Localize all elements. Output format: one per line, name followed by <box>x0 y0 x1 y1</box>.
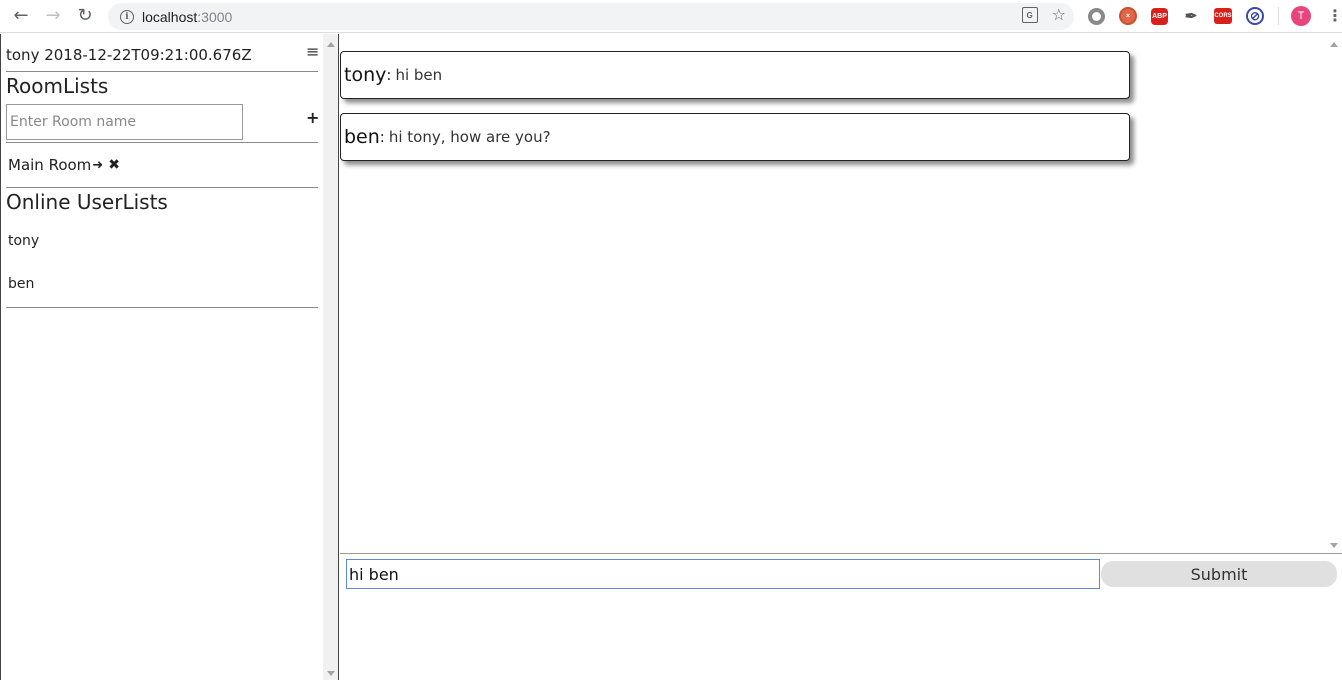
divider <box>6 307 318 308</box>
bookmark-star-icon[interactable]: ☆ <box>1052 7 1066 23</box>
message-separator: : <box>379 128 385 146</box>
message-separator: : <box>386 66 392 84</box>
scroll-up-icon[interactable] <box>1330 42 1338 47</box>
room-name-input[interactable] <box>6 104 243 140</box>
message-author: ben <box>344 126 380 148</box>
browser-toolbar: ← → ↻ i localhost:3000 G ☆ × ABP ✒ CORS … <box>0 0 1342 33</box>
back-icon[interactable]: ← <box>8 3 34 29</box>
reload-icon[interactable]: ↻ <box>72 3 98 29</box>
delete-room-icon[interactable]: ✖ <box>108 157 120 173</box>
message-text: hi ben <box>395 66 443 84</box>
hamburger-menu-icon[interactable]: ≡ <box>306 42 319 61</box>
user-list-item: tony <box>8 233 40 249</box>
adblock-extension-icon[interactable]: ABP <box>1151 7 1168 25</box>
block-extension-icon[interactable]: ⊘ <box>1246 7 1264 25</box>
chat-input-divider <box>340 553 1342 554</box>
divider <box>6 71 318 72</box>
divider <box>6 142 318 143</box>
ring-extension-icon[interactable] <box>1088 7 1105 25</box>
sidebar-scrollbar[interactable] <box>323 34 339 680</box>
scroll-down-icon[interactable] <box>327 671 335 676</box>
message-author: tony <box>344 64 387 86</box>
current-user-info: tony 2018-12-22T09:21:00.676Z <box>6 46 252 64</box>
enter-room-icon[interactable]: ➜ <box>92 158 103 173</box>
url-host: localhost <box>142 8 198 25</box>
scroll-down-icon[interactable] <box>1330 543 1338 548</box>
url-port: :3000 <box>197 8 233 25</box>
message-input[interactable] <box>346 559 1100 589</box>
add-room-icon[interactable]: + <box>306 108 319 127</box>
url-text: localhost:3000 <box>142 9 232 25</box>
translate-icon[interactable]: G <box>1021 7 1038 23</box>
chat-scrollbar[interactable] <box>1326 34 1342 552</box>
chat-message: ben: hi tony, how are you? <box>340 113 1130 161</box>
eyedropper-icon[interactable]: ✒ <box>1182 7 1200 25</box>
chat-message: tony: hi ben <box>340 51 1130 99</box>
message-text: hi tony, how are you? <box>388 128 551 146</box>
room-item[interactable]: Main Room ➜ ✖ <box>8 156 120 174</box>
forward-icon[interactable]: → <box>40 3 66 29</box>
user-list-item: ben <box>8 276 35 292</box>
cors-extension-icon[interactable]: CORS <box>1214 8 1232 24</box>
info-icon[interactable]: i <box>120 9 134 24</box>
online-users-title: Online UserLists <box>6 190 168 214</box>
toolbar-separator <box>1278 7 1279 25</box>
room-lists-title: RoomLists <box>6 74 109 98</box>
orange-extension-icon[interactable]: × <box>1119 7 1137 25</box>
chat-messages-area: tony: hi ben ben: hi tony, how are you? <box>340 34 1326 552</box>
divider <box>6 187 318 188</box>
room-name[interactable]: Main Room <box>8 156 91 174</box>
submit-button[interactable]: Submit <box>1101 561 1337 587</box>
extensions-bar: × ABP ✒ CORS ⊘ T ⋮ <box>1088 6 1342 26</box>
scroll-up-icon[interactable] <box>327 42 335 47</box>
address-bar[interactable]: i localhost:3000 G ☆ <box>108 3 1074 30</box>
sidebar: tony 2018-12-22T09:21:00.676Z ≡ RoomList… <box>0 34 323 680</box>
profile-avatar[interactable]: T <box>1291 6 1311 26</box>
menu-dots-icon[interactable]: ⋮ <box>1327 8 1342 24</box>
